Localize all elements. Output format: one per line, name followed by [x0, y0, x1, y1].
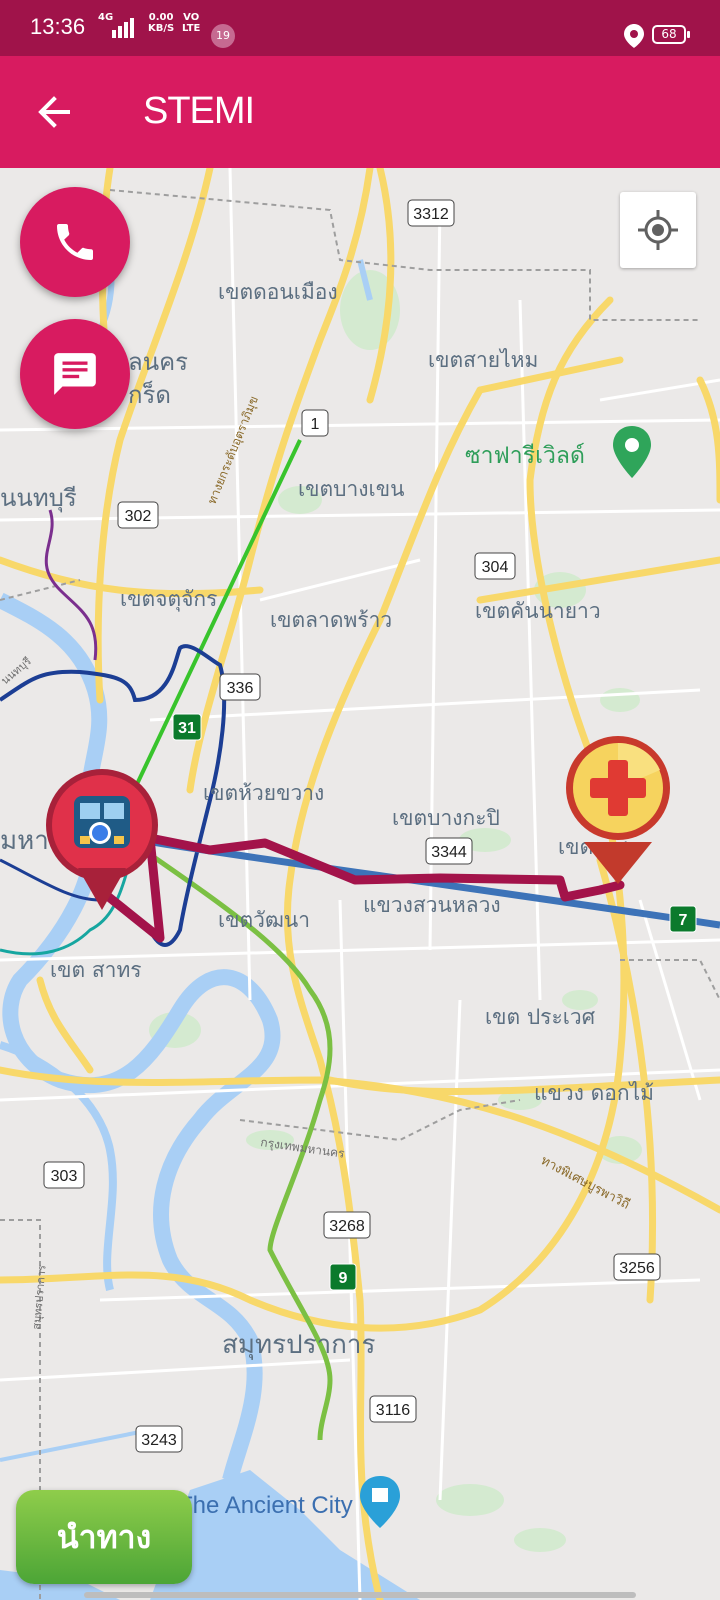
label-maha: มหา — [0, 826, 49, 856]
shield-7: 7 — [669, 905, 697, 933]
status-time: 13:36 — [30, 14, 86, 39]
label-bang-kapi: เขตบางกะปิ — [392, 806, 500, 830]
shield-3256-text: 3256 — [619, 1260, 655, 1277]
label-lak-si-a: ลนคร — [128, 348, 188, 376]
page-title: STEMI — [143, 90, 255, 132]
phone-icon — [57, 224, 93, 260]
shield-1: 1 — [301, 409, 329, 437]
my-location-icon — [638, 210, 678, 250]
shield-336-text: 336 — [227, 680, 254, 697]
shield-3312: 3312 — [407, 199, 455, 227]
location-icon — [624, 24, 644, 52]
label-lak-si-b: กร็ด — [128, 380, 171, 409]
shield-3268: 3268 — [323, 1211, 371, 1239]
shield-3268-text: 3268 — [329, 1218, 365, 1235]
call-button[interactable] — [20, 187, 130, 297]
notification-badge: 19 — [211, 24, 235, 48]
volte-indicator: VO LTE — [182, 12, 200, 34]
label-safari-world: ซาฟารีเวิลด์ — [465, 442, 585, 469]
status-bar: 13:36 4G 0.00 KB/S VO LTE 19 68 — [0, 0, 720, 56]
arrow-left-icon — [38, 96, 70, 128]
network-speed: 0.00 KB/S — [148, 12, 174, 34]
navigate-button-label: นำทาง — [56, 1517, 152, 1556]
shield-3256: 3256 — [613, 1253, 661, 1281]
app-bar: STEMI — [0, 56, 720, 168]
shield-302: 302 — [117, 501, 159, 529]
network-type: 4G — [98, 12, 114, 23]
back-button[interactable] — [28, 86, 80, 138]
shield-304-text: 304 — [482, 559, 509, 576]
label-nonthaburi: นนทบุรี — [0, 484, 77, 513]
volte-top: VO — [183, 12, 200, 23]
shield-9: 9 — [329, 1263, 357, 1291]
label-bang-khen: เขตบางเขน — [298, 477, 404, 501]
shield-3116: 3116 — [369, 1395, 417, 1423]
shield-336: 336 — [219, 673, 261, 701]
message-button[interactable] — [20, 319, 130, 429]
shield-3243: 3243 — [135, 1425, 183, 1453]
label-chatuchak: เขตจตุจักร — [120, 587, 217, 612]
navigate-button[interactable]: นำทาง — [16, 1490, 192, 1584]
label-prawet: เขต ประเวศ — [485, 1005, 596, 1029]
shield-303-text: 303 — [51, 1168, 78, 1185]
shield-31-text: 31 — [178, 720, 196, 737]
shield-303: 303 — [43, 1161, 85, 1189]
chat-icon — [54, 353, 96, 395]
my-location-button[interactable] — [620, 192, 696, 268]
shield-3312-text: 3312 — [413, 206, 449, 223]
shield-7-text: 7 — [679, 912, 688, 929]
label-suan-luang: แขวงสวนหลวง — [363, 893, 501, 917]
label-dok-mai: แขวง ดอกไม้ — [534, 1081, 654, 1105]
shield-31: 31 — [172, 713, 202, 741]
battery-icon: 68 — [652, 25, 690, 44]
label-watthana: เขตวัฒนา — [218, 908, 310, 932]
shield-3116-text: 3116 — [376, 1402, 411, 1419]
label-khan-na-yao: เขตคันนายาว — [475, 599, 601, 623]
shield-3344: 3344 — [425, 837, 473, 865]
shield-3344-text: 3344 — [431, 844, 467, 861]
label-ancient-city: The Ancient City — [178, 1492, 353, 1519]
label-sai-mai: เขตสายไหม — [428, 348, 538, 372]
label-samut-prakan: สมุทรปราการ — [222, 1330, 376, 1360]
shield-302-text: 302 — [125, 508, 152, 525]
speed-unit: KB/S — [148, 23, 175, 34]
shield-304: 304 — [474, 552, 516, 580]
volte-bottom: LTE — [182, 23, 201, 34]
label-don-mueang: เขตดอนเมือง — [218, 280, 338, 304]
shield-9-text: 9 — [339, 1270, 348, 1287]
label-sathon: เขต สาทร — [50, 958, 142, 982]
shield-3243-text: 3243 — [141, 1432, 177, 1449]
speed-value: 0.00 — [148, 12, 174, 23]
shield-1-text: 1 — [311, 416, 320, 433]
label-lat-phrao: เขตลาดพร้าว — [270, 608, 392, 632]
gesture-navigation-bar[interactable] — [84, 1592, 636, 1598]
label-huai-khwang: เขตห้วยขวาง — [203, 781, 324, 805]
